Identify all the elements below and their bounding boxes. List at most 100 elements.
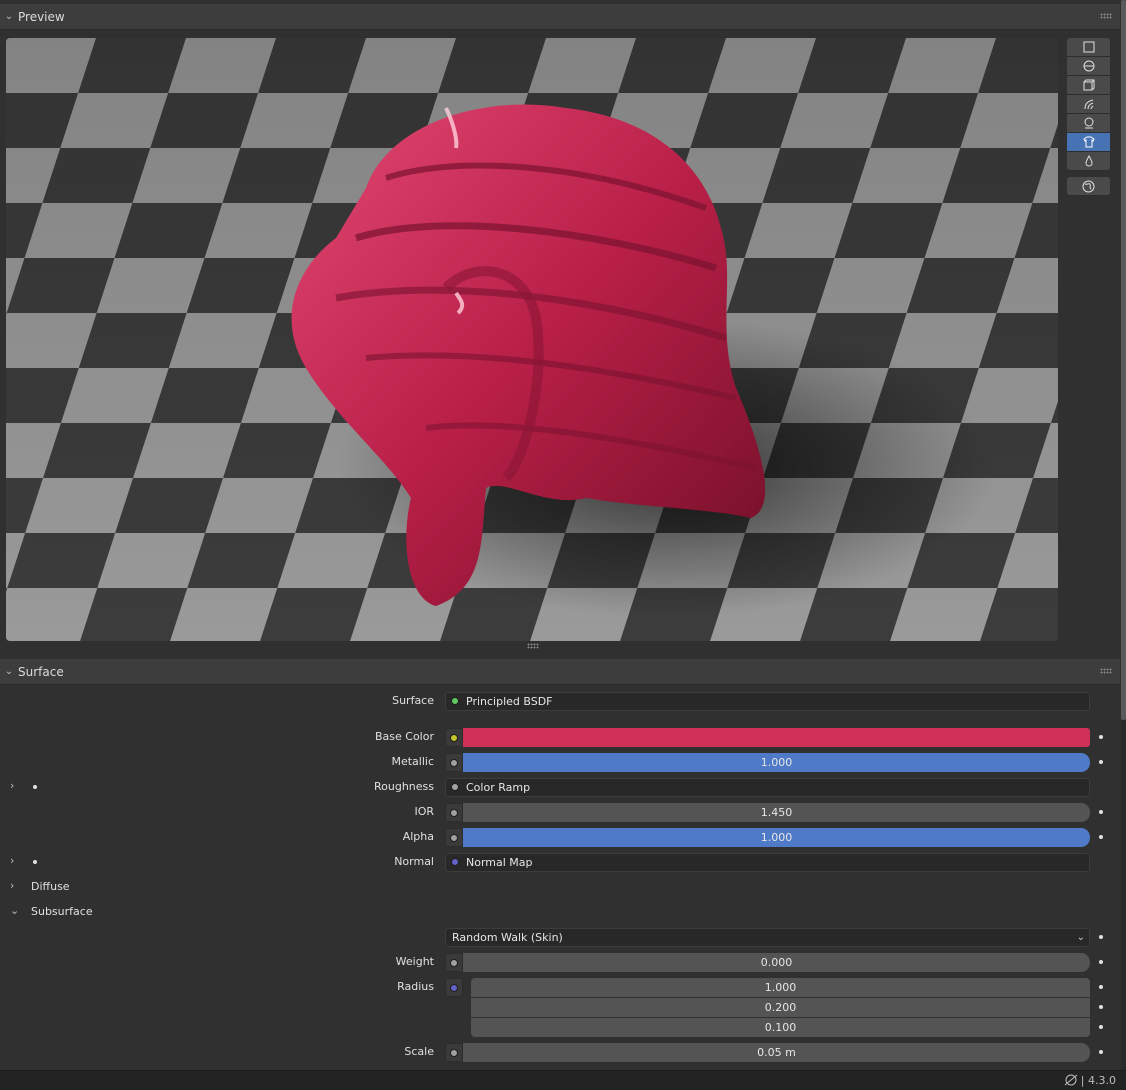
surface-panel-title: Surface — [18, 664, 64, 679]
alpha-label: Alpha — [402, 830, 434, 843]
keyframe-dot-icon[interactable] — [1099, 1050, 1103, 1054]
value-socket-icon — [450, 1048, 458, 1057]
hair-icon[interactable] — [1067, 95, 1110, 114]
version-value: 4.3.0 — [1088, 1074, 1116, 1087]
drag-grip-icon[interactable] — [1100, 668, 1112, 674]
cube-icon[interactable] — [1067, 76, 1110, 95]
chevron-right-icon: › — [10, 879, 15, 892]
radius-socket-button[interactable] — [445, 978, 463, 997]
subsurface-method-dropdown[interactable]: Random Walk (Skin) ⌄ — [445, 928, 1090, 947]
preview-type-toolbar — [1067, 38, 1110, 196]
linked-dot-icon — [33, 785, 37, 789]
surface-shader-value: Principled BSDF — [466, 695, 553, 708]
shader-socket-icon — [451, 697, 459, 705]
metallic-slider[interactable]: 1.000 — [463, 753, 1090, 772]
scale-socket-button[interactable] — [445, 1043, 463, 1062]
flat-icon[interactable] — [1067, 38, 1110, 57]
value-socket-icon — [450, 833, 458, 842]
properties-scrollbar[interactable] — [1121, 0, 1126, 1070]
fluid-icon[interactable] — [1067, 152, 1110, 171]
normal-label: Normal — [394, 855, 434, 868]
metallic-socket-button[interactable] — [445, 753, 463, 772]
sphere-icon[interactable] — [1067, 57, 1110, 76]
keyframe-dot-icon[interactable] — [1099, 985, 1103, 989]
scale-label: Scale — [404, 1045, 434, 1058]
surface-label: Surface — [392, 694, 434, 707]
subsurface-scale-row: Scale 0.05 m — [0, 1041, 1120, 1063]
subsurface-weight-row: Weight 0.000 — [0, 951, 1120, 973]
keyframe-dot-icon[interactable] — [1099, 735, 1103, 739]
radius-label: Radius — [397, 980, 434, 993]
chevron-down-icon: ⌄ — [10, 904, 20, 917]
radius-y-field[interactable]: 0.200 — [471, 998, 1090, 1017]
keyframe-dot-icon[interactable] — [1099, 960, 1103, 964]
chevron-down-icon: ⌄ — [4, 666, 14, 677]
material-preview-viewport[interactable] — [6, 38, 1058, 641]
value-socket-icon — [450, 758, 458, 767]
chevron-right-icon[interactable]: › — [10, 854, 14, 867]
keyframe-dot-icon[interactable] — [1099, 835, 1103, 839]
roughness-label: Roughness — [373, 780, 434, 793]
keyframe-dot-icon[interactable] — [1099, 1025, 1103, 1029]
cloth-icon[interactable] — [1067, 133, 1110, 152]
base-color-row: Base Color — [0, 726, 1120, 748]
surface-shader-row: Surface Principled BSDF — [0, 690, 1120, 712]
roughness-node-field[interactable]: Color Ramp — [445, 778, 1090, 797]
version-label: | 4.3.0 — [1080, 1074, 1116, 1087]
weight-label: Weight — [395, 955, 434, 968]
base-color-swatch[interactable] — [463, 728, 1090, 747]
world-lighting-icon[interactable] — [1067, 177, 1110, 196]
diffuse-subpanel-header[interactable]: › Diffuse — [0, 876, 400, 898]
status-bar: | 4.3.0 — [0, 1070, 1126, 1090]
value-socket-icon — [450, 958, 458, 967]
ior-slider[interactable]: 1.450 — [463, 803, 1090, 822]
chevron-right-icon[interactable]: › — [10, 779, 14, 792]
weight-slider[interactable]: 0.000 — [463, 953, 1090, 972]
ior-socket-button[interactable] — [445, 803, 463, 822]
alpha-row: Alpha 1.000 — [0, 826, 1120, 848]
surface-shader-field[interactable]: Principled BSDF — [445, 692, 1090, 711]
keyframe-dot-icon[interactable] — [1099, 935, 1103, 939]
radius-z-field[interactable]: 0.100 — [471, 1018, 1090, 1037]
normal-node-field[interactable]: Normal Map — [445, 853, 1090, 872]
subsurface-title: Subsurface — [31, 905, 93, 918]
subsurface-method-row: Random Walk (Skin) ⌄ — [0, 926, 1120, 948]
value-socket-icon — [450, 808, 458, 817]
preview-panel-title: Preview — [18, 9, 65, 24]
vector-socket-icon — [450, 983, 458, 992]
base-color-label: Base Color — [374, 730, 434, 743]
ior-row: IOR 1.450 — [0, 801, 1120, 823]
scrollbar-thumb[interactable] — [1121, 0, 1126, 720]
subsurface-subpanel-header[interactable]: ⌄ Subsurface — [0, 901, 400, 923]
normal-row: › Normal Normal Map — [0, 851, 1120, 873]
preview-panel-header[interactable]: ⌄ Preview — [0, 4, 1120, 30]
color-socket-icon — [450, 733, 458, 742]
alpha-socket-button[interactable] — [445, 828, 463, 847]
diffuse-title: Diffuse — [31, 880, 70, 893]
metallic-row: Metallic 1.000 — [0, 751, 1120, 773]
surface-panel-header[interactable]: ⌄ Surface — [0, 659, 1120, 685]
scale-slider[interactable]: 0.05 m — [463, 1043, 1090, 1062]
chevron-down-icon: ⌄ — [1076, 932, 1085, 943]
weight-socket-button[interactable] — [445, 953, 463, 972]
keyframe-dot-icon[interactable] — [1099, 1005, 1103, 1009]
base-color-socket-button[interactable] — [445, 728, 463, 747]
network-off-icon — [1064, 1074, 1078, 1089]
roughness-node-value: Color Ramp — [466, 781, 531, 794]
linked-dot-icon — [33, 860, 37, 864]
keyframe-dot-icon[interactable] — [1099, 760, 1103, 764]
ior-label: IOR — [414, 805, 434, 818]
metallic-label: Metallic — [391, 755, 434, 768]
drag-grip-icon[interactable] — [1100, 13, 1112, 19]
subsurface-method-value: Random Walk (Skin) — [452, 931, 563, 944]
normal-node-value: Normal Map — [466, 856, 533, 869]
vector-socket-icon — [451, 858, 459, 866]
preview-area — [0, 30, 1120, 656]
preview-resize-handle[interactable] — [527, 643, 539, 649]
keyframe-dot-icon[interactable] — [1099, 810, 1103, 814]
value-socket-icon — [451, 783, 459, 791]
monkey-icon[interactable] — [1067, 114, 1110, 133]
alpha-slider[interactable]: 1.000 — [463, 828, 1090, 847]
roughness-row: › Roughness Color Ramp — [0, 776, 1120, 798]
radius-x-field[interactable]: 1.000 — [471, 978, 1090, 997]
